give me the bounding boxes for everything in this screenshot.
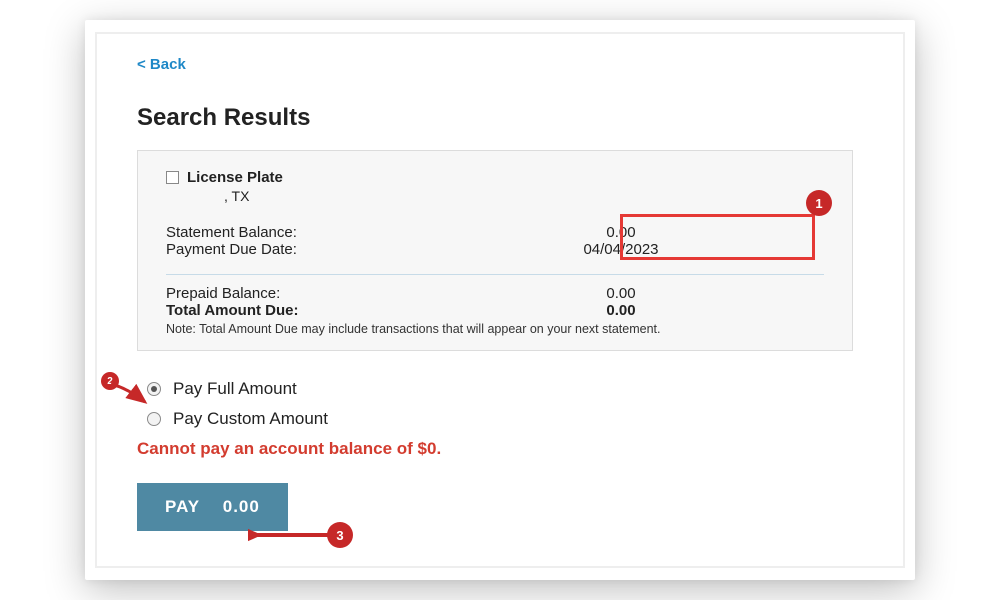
radio-icon	[147, 412, 161, 426]
payment-options: Pay Full Amount Pay Custom Amount	[147, 379, 863, 429]
back-link[interactable]: < Back	[137, 56, 186, 73]
error-message: Cannot pay an account balance of $0.	[137, 439, 863, 459]
pay-custom-amount-option[interactable]: Pay Custom Amount	[147, 409, 863, 429]
pay-button-amount: 0.00	[223, 497, 260, 516]
page-card: < Back Search Results License Plate , TX…	[95, 32, 905, 568]
statement-balance-label: Statement Balance:	[166, 224, 456, 241]
pay-full-amount-option[interactable]: Pay Full Amount	[147, 379, 863, 399]
license-plate-label: License Plate	[187, 169, 283, 186]
pay-full-amount-label: Pay Full Amount	[173, 379, 297, 399]
pay-button[interactable]: PAY 0.00	[137, 483, 288, 531]
annotation-badge-1: 1	[806, 190, 832, 216]
divider	[166, 274, 824, 275]
prepaid-balance-value: 0.00	[456, 285, 786, 302]
stage: < Back Search Results License Plate , TX…	[0, 0, 1000, 600]
totals-block: Prepaid Balance: 0.00 Total Amount Due: …	[166, 285, 824, 336]
prepaid-balance-label: Prepaid Balance:	[166, 285, 456, 302]
total-due-note: Note: Total Amount Due may include trans…	[166, 322, 824, 336]
pay-custom-amount-label: Pay Custom Amount	[173, 409, 328, 429]
license-plate-region: , TX	[224, 188, 824, 204]
radio-icon	[147, 382, 161, 396]
annotation-badge-2: 2	[101, 372, 119, 390]
annotation-rect-1	[620, 214, 815, 260]
pay-button-prefix: PAY	[165, 497, 200, 516]
annotation-badge-3: 3	[327, 522, 353, 548]
license-plate-checkbox[interactable]	[166, 171, 179, 184]
total-due-value: 0.00	[456, 302, 786, 319]
total-due-label: Total Amount Due:	[166, 302, 456, 319]
page-title: Search Results	[137, 104, 863, 132]
license-plate-row: License Plate	[166, 169, 824, 186]
due-date-label: Payment Due Date:	[166, 241, 456, 258]
